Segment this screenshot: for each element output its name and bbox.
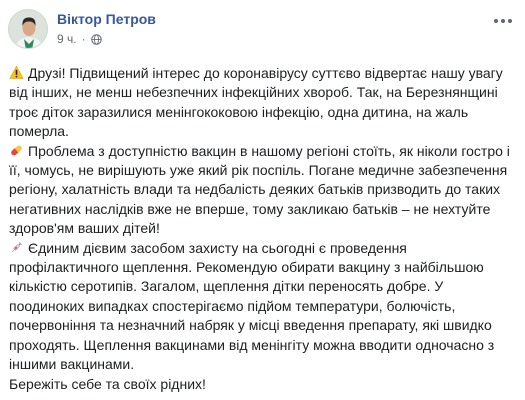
post-paragraph: Друзі! Підвищений інтерес до коронавірус… xyxy=(9,64,517,142)
post-paragraph: Проблема з доступністю вакцин в нашому р… xyxy=(9,142,517,239)
menu-dot xyxy=(508,19,512,23)
pill-icon xyxy=(11,145,22,156)
menu-dot xyxy=(501,19,505,23)
post-timestamp[interactable]: 9 ч. xyxy=(57,32,77,46)
more-options-icon[interactable] xyxy=(491,12,515,30)
paragraph-text: Проблема з доступністю вакцин в нашому р… xyxy=(9,142,510,237)
facebook-post: Віктор Петров 9 ч. · Друзі! Підвищений і… xyxy=(0,0,525,400)
menu-dot xyxy=(494,19,498,23)
profile-photo xyxy=(9,10,47,48)
paragraph-text: Бережіть себе та своїх рідних! xyxy=(9,375,206,392)
meta-separator: · xyxy=(81,32,86,46)
paragraph-text: Єдиним дієвим засобом захисту на сьогодн… xyxy=(9,239,495,373)
warning-icon xyxy=(9,65,24,79)
post-body: Друзі! Підвищений інтерес до коронавірус… xyxy=(9,64,517,394)
post-paragraph: Бережіть себе та своїх рідних! xyxy=(9,375,517,394)
paragraph-text: Друзі! Підвищений інтерес до коронавірус… xyxy=(9,65,503,140)
syringe-icon xyxy=(11,241,23,252)
post-paragraph: Єдиним дієвим засобом захисту на сьогодн… xyxy=(9,239,517,375)
author-name[interactable]: Віктор Петров xyxy=(57,11,156,27)
post-meta: 9 ч. · xyxy=(57,32,102,46)
avatar[interactable] xyxy=(8,9,48,49)
globe-icon[interactable] xyxy=(90,33,102,45)
